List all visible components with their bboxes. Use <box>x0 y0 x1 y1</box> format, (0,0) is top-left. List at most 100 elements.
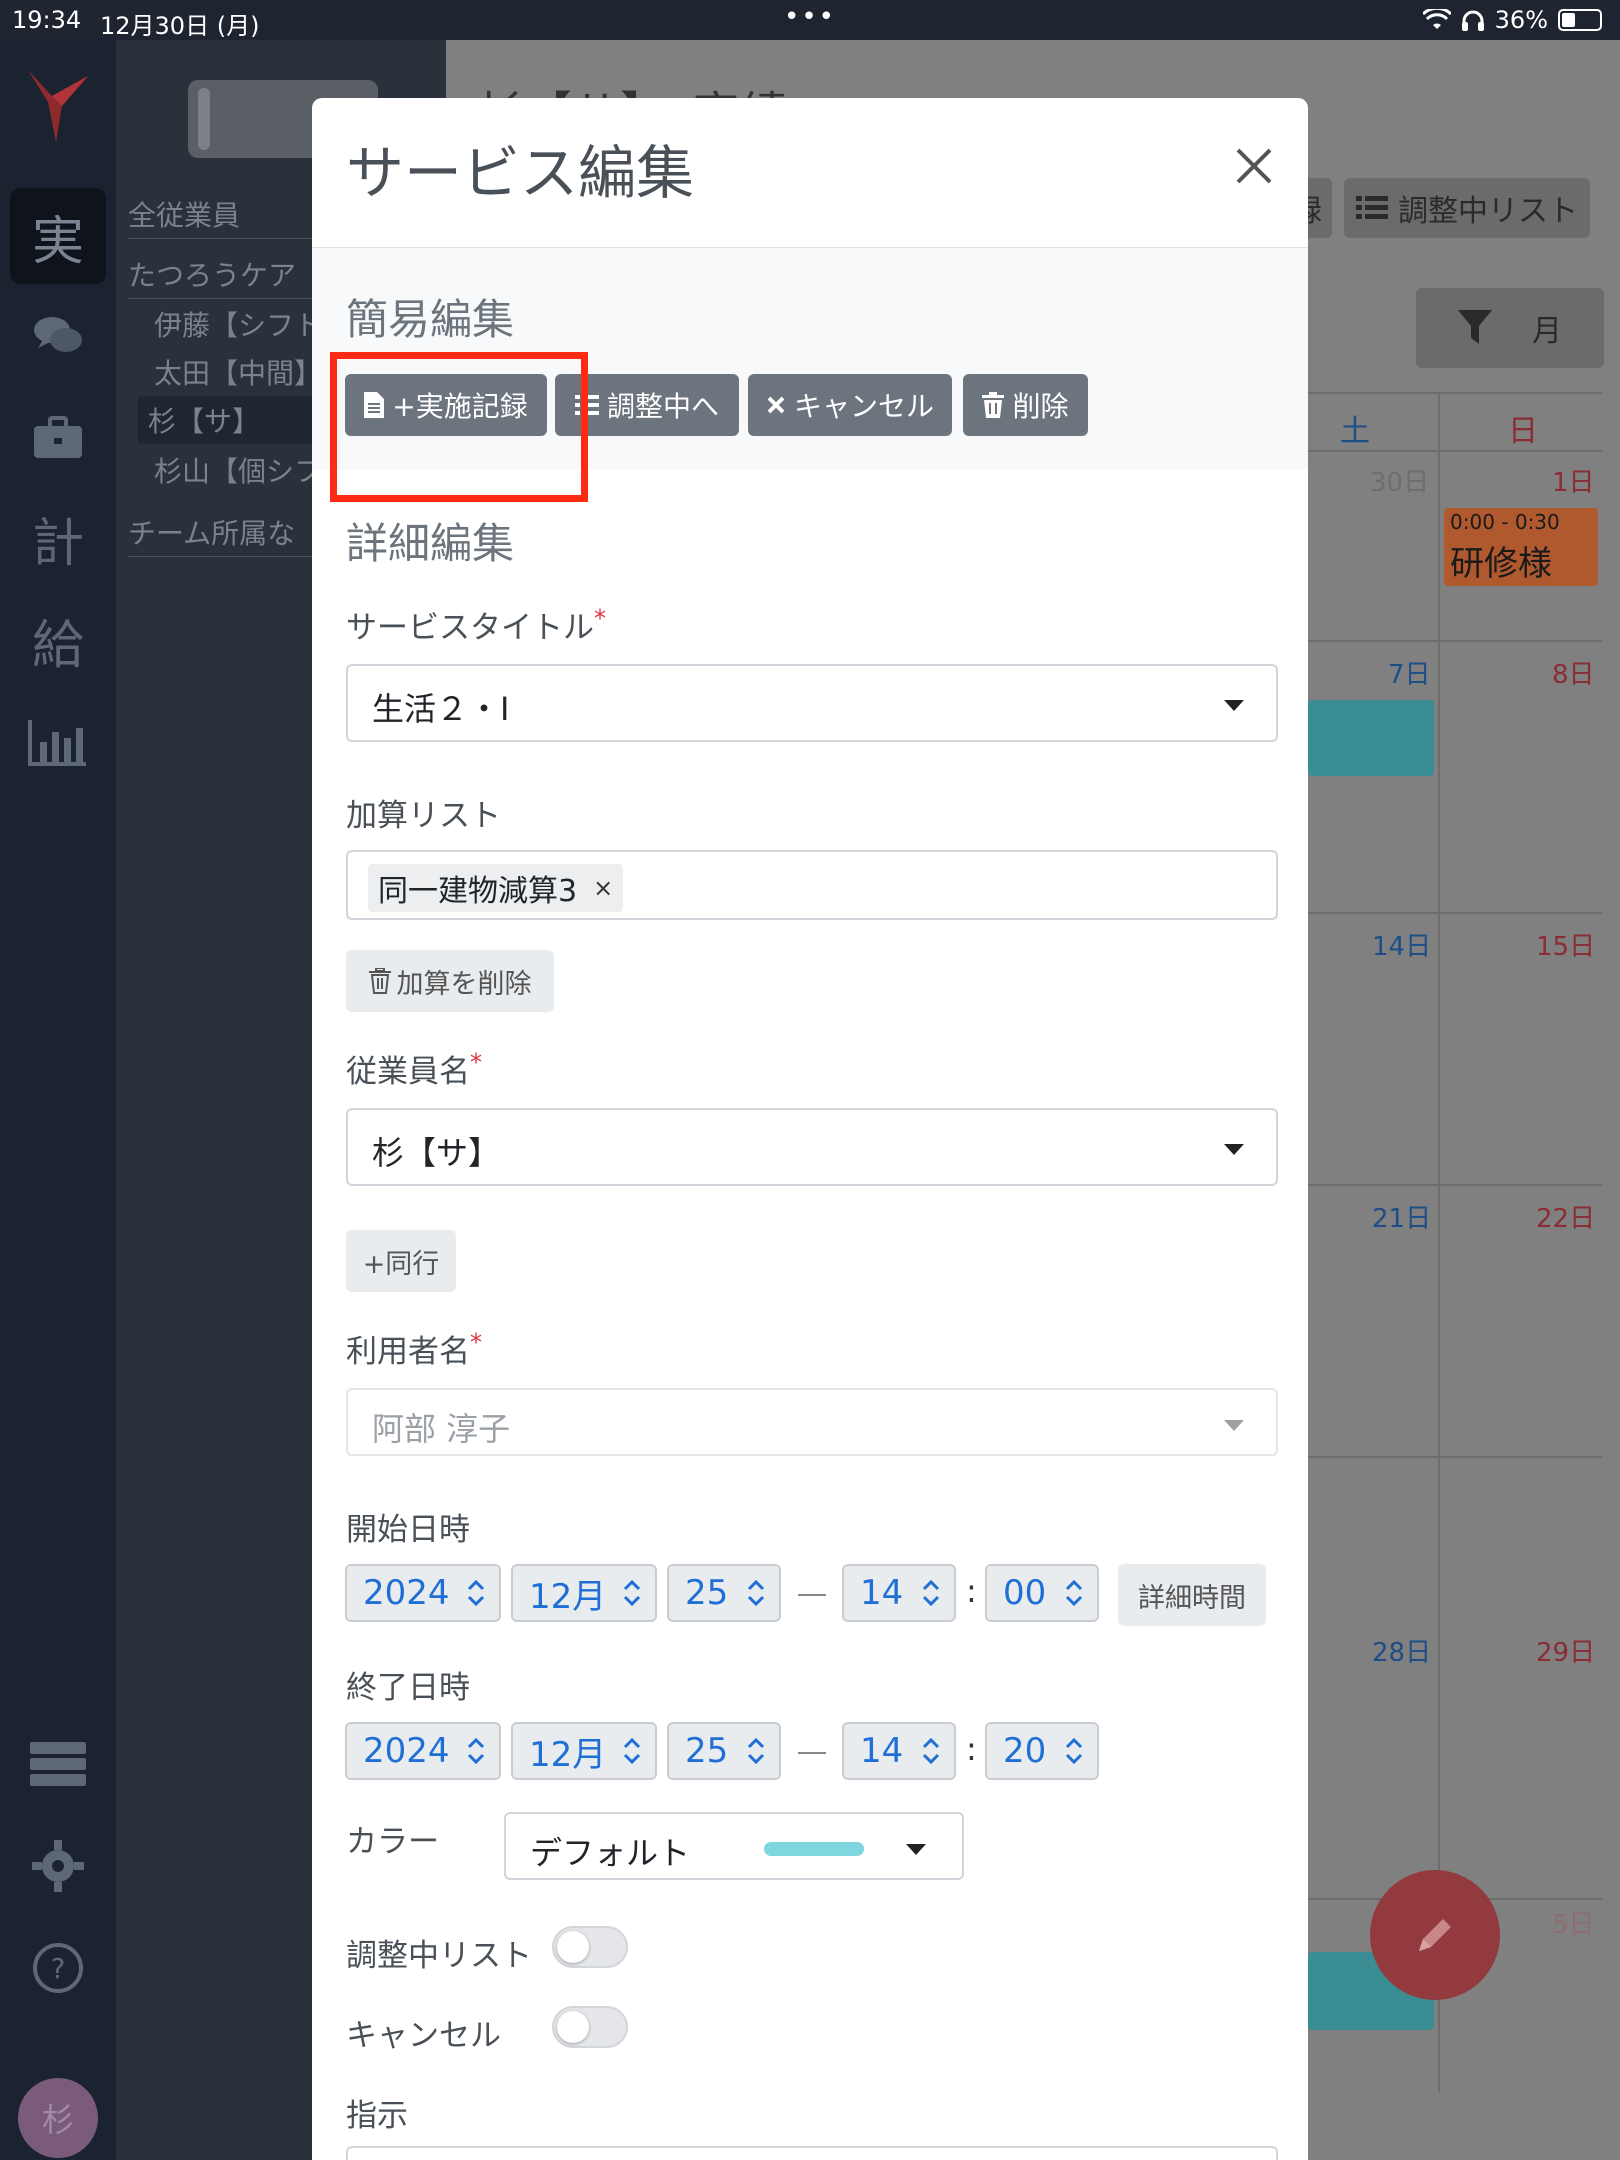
caret-down-icon <box>1224 1144 1244 1155</box>
nav-salary[interactable]: 給 <box>10 592 106 688</box>
addition-tag: 同一建物減算3 × <box>368 864 624 912</box>
end-minute-select[interactable]: 20 <box>985 1722 1099 1780</box>
start-month-select[interactable]: 12月 <box>511 1564 657 1622</box>
status-date: 12月30日 (月) <box>100 12 260 40</box>
nav-results[interactable]: 実 <box>10 188 106 284</box>
gear-icon <box>32 1840 84 1892</box>
modal-title: サービス編集 <box>346 139 695 207</box>
filter-icon <box>1458 310 1492 344</box>
day-number: 29日 <box>1536 1638 1596 1668</box>
add-accompany-button[interactable]: +同行 <box>346 1230 456 1292</box>
addition-list-input[interactable]: 同一建物減算3 × <box>346 850 1278 920</box>
required-mark: * <box>594 604 606 633</box>
service-title-select[interactable]: 生活２・Ⅰ <box>346 664 1278 742</box>
user-avatar[interactable]: 杉 <box>18 2078 98 2158</box>
staff-item[interactable]: 伊藤【シフト <box>154 304 322 344</box>
day-number: 22日 <box>1536 1204 1596 1234</box>
end-month-select[interactable]: 12月 <box>511 1722 657 1780</box>
highlight-box <box>330 352 588 502</box>
status-bar: 19:34 12月30日 (月) ••• 36% <box>0 0 1620 40</box>
pending-list-button[interactable]: 調整中リスト <box>1344 178 1590 238</box>
start-year-select[interactable]: 2024 <box>345 1564 501 1622</box>
caret-down-icon <box>1224 1420 1244 1431</box>
trash-icon <box>982 392 1005 418</box>
close-button[interactable] <box>1226 142 1282 198</box>
remove-tag-icon[interactable]: × <box>593 874 613 902</box>
staff-item[interactable]: 太田【中間】 <box>154 352 322 392</box>
weekday-sun: 日 <box>1508 414 1538 449</box>
nav-settings[interactable] <box>10 1818 106 1914</box>
updown-icon <box>623 1737 641 1765</box>
calendar-event[interactable] <box>1308 700 1434 776</box>
list-icon <box>1356 196 1388 219</box>
updown-icon <box>922 1579 940 1607</box>
nav-chat[interactable] <box>10 288 106 384</box>
end-day-select[interactable]: 25 <box>667 1722 781 1780</box>
remove-addition-button[interactable]: 加算を削除 <box>346 950 554 1012</box>
edit-fab[interactable] <box>1370 1870 1500 2000</box>
updown-icon <box>1065 1579 1083 1607</box>
view-toggle[interactable]: 月 <box>1416 288 1604 368</box>
start-day-select[interactable]: 25 <box>667 1564 781 1622</box>
employee-label: 従業員名* <box>346 1048 482 1090</box>
required-mark: * <box>470 1328 482 1357</box>
caret-down-icon <box>906 1844 926 1855</box>
day-number: 8日 <box>1552 660 1595 690</box>
cancel-service-button[interactable]: キャンセル <box>748 374 952 436</box>
day-number: 21日 <box>1372 1204 1432 1234</box>
instruction-input[interactable] <box>346 2146 1278 2160</box>
quick-edit-heading: 簡易編集 <box>346 295 515 344</box>
time-colon: : <box>966 1730 977 1768</box>
briefcase-icon <box>34 416 82 458</box>
detail-edit-heading: 詳細編集 <box>346 519 515 568</box>
employee-select[interactable]: 杉【サ】 <box>346 1108 1278 1186</box>
staff-item-selected[interactable]: 杉【サ】 <box>138 396 338 444</box>
color-select[interactable]: デフォルト <box>504 1812 964 1880</box>
trash-icon <box>368 968 391 994</box>
day-number: 15日 <box>1536 932 1596 962</box>
cancel-toggle[interactable] <box>552 2006 628 2048</box>
updown-icon <box>747 1579 765 1607</box>
multitasking-dots[interactable]: ••• <box>784 2 836 32</box>
bar-chart-icon <box>28 720 86 766</box>
start-minute-select[interactable]: 00 <box>985 1564 1099 1622</box>
nav-stats[interactable] <box>10 694 106 790</box>
nav-plan[interactable]: 計 <box>10 490 106 586</box>
start-datetime-label: 開始日時 <box>346 1512 470 1548</box>
range-dash <box>798 1594 826 1596</box>
client-label: 利用者名* <box>346 1328 482 1370</box>
nav-help[interactable]: ? <box>10 1920 106 2016</box>
staff-item[interactable]: 杉山【個シフ <box>154 450 322 490</box>
required-mark: * <box>470 1048 482 1077</box>
svg-text:?: ? <box>51 1952 66 1985</box>
pending-list-label: 調整中リスト <box>346 1938 532 1974</box>
pending-list-toggle[interactable] <box>552 1926 628 1968</box>
updown-icon <box>747 1737 765 1765</box>
delete-button[interactable]: 削除 <box>963 374 1088 436</box>
addition-list-label: 加算リスト <box>346 798 501 834</box>
service-title-label: サービスタイトル* <box>346 604 606 646</box>
time-colon: : <box>966 1572 977 1610</box>
day-number: 7日 <box>1388 660 1431 690</box>
updown-icon <box>922 1737 940 1765</box>
nav-rail: 実 計 給 ? 杉 <box>0 40 116 2160</box>
range-dash <box>798 1752 826 1754</box>
status-time: 19:34 <box>12 6 82 34</box>
app-logo[interactable] <box>22 62 94 144</box>
nav-server[interactable] <box>10 1716 106 1812</box>
end-datetime-label: 終了日時 <box>346 1670 470 1706</box>
calendar-event[interactable]: 0:00 - 0:30 研修様 <box>1444 508 1598 586</box>
nav-briefcase[interactable] <box>10 390 106 486</box>
end-year-select[interactable]: 2024 <box>345 1722 501 1780</box>
end-hour-select[interactable]: 14 <box>842 1722 956 1780</box>
instruction-label: 指示 <box>346 2098 408 2134</box>
battery-icon <box>1558 9 1602 31</box>
color-label: カラー <box>346 1824 439 1860</box>
close-icon <box>1236 148 1272 184</box>
day-number: 14日 <box>1372 932 1432 962</box>
start-hour-select[interactable]: 14 <box>842 1564 956 1622</box>
client-select: 阿部 淳子 <box>346 1388 1278 1456</box>
calendar: 土 日 30日 1日 0:00 - 0:30 研修様 7日 8日 14日 15日… <box>1308 392 1602 2092</box>
updown-icon <box>623 1579 641 1607</box>
detail-time-button[interactable]: 詳細時間 <box>1118 1564 1266 1626</box>
